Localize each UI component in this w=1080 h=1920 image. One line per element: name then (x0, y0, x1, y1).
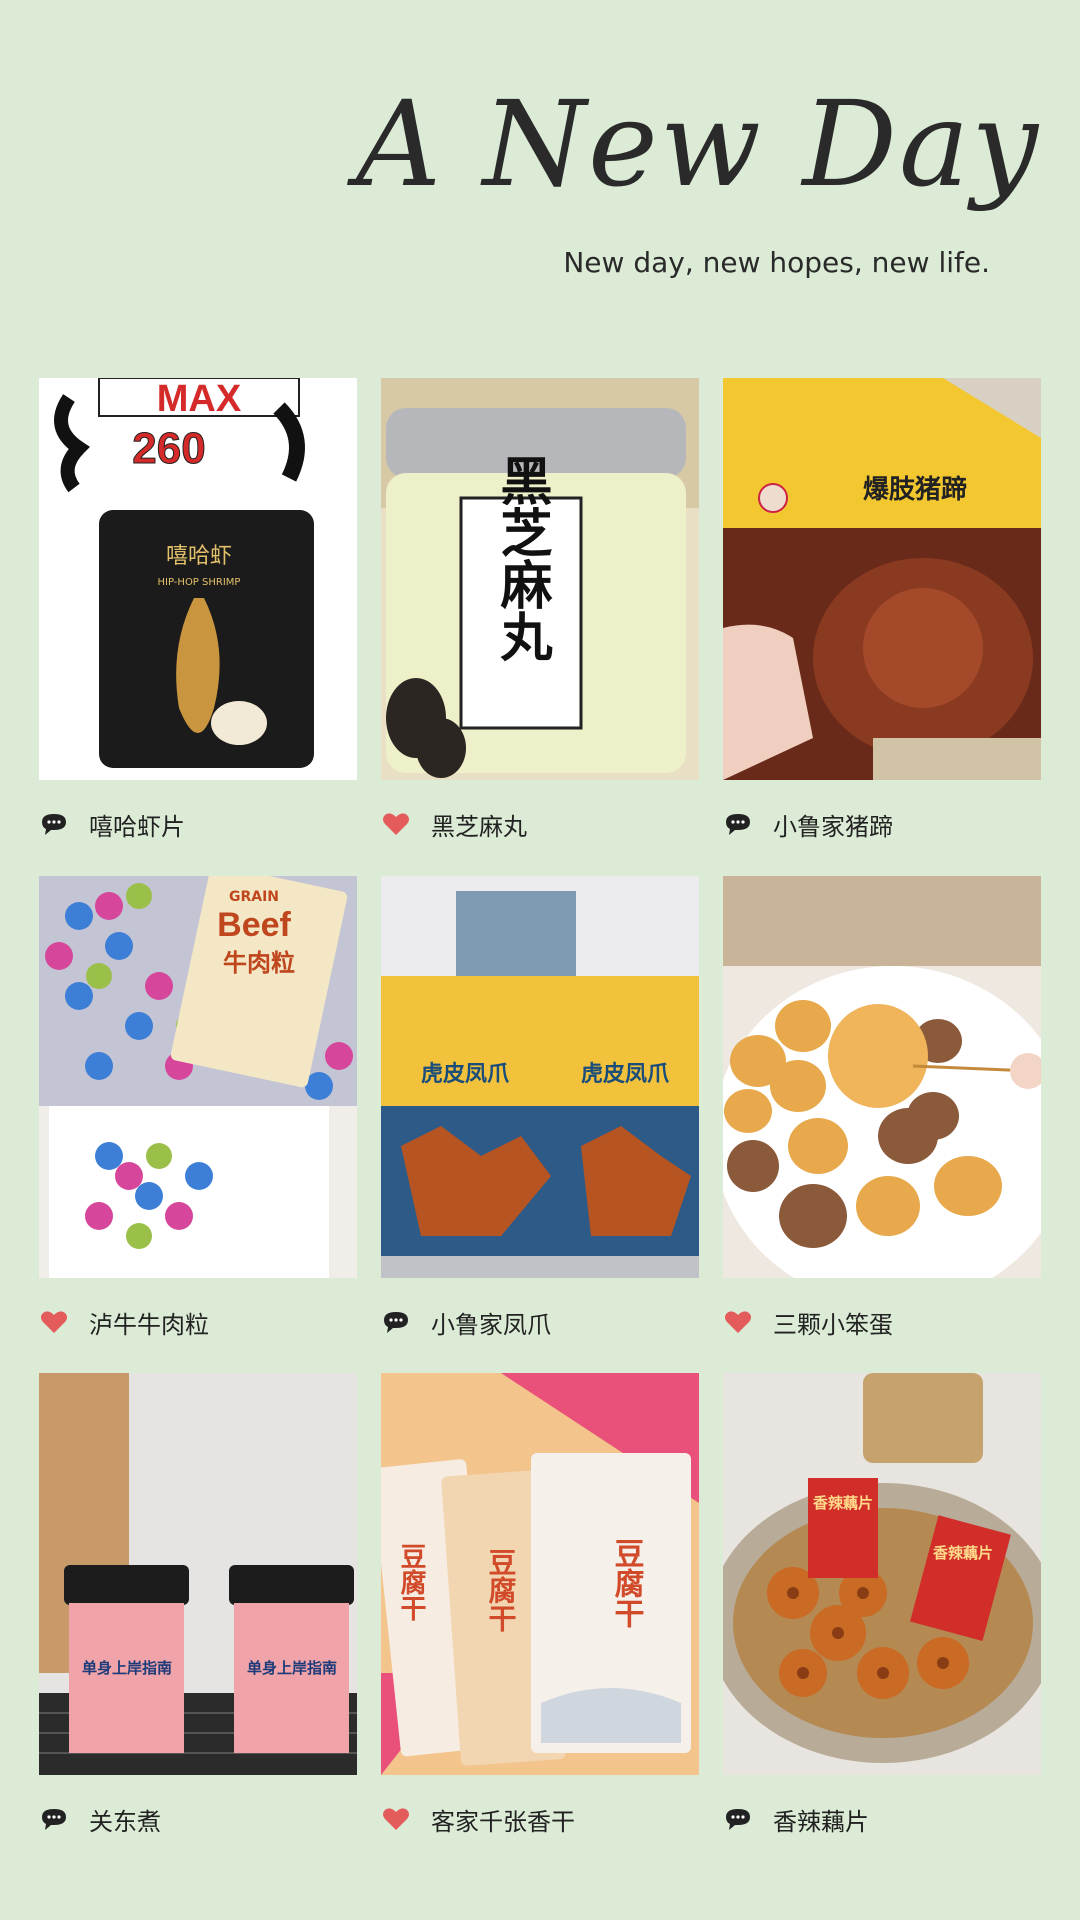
product-image[interactable]: 香辣藕片 香辣藕片 (723, 1373, 1041, 1775)
svg-text:单身上岸指南: 单身上岸指南 (82, 1659, 172, 1677)
product-name: 三颗小笨蛋 (773, 1310, 893, 1339)
product-name: 黑芝麻丸 (431, 812, 527, 841)
product-card-pig-trotter[interactable]: 爆肢猪蹄 小鲁家猪蹄 (723, 378, 1041, 848)
product-image[interactable]: MAX 260 嘻哈虾 HIP-HOP SHRIMP (39, 378, 357, 780)
svg-text:Beef: Beef (217, 906, 291, 944)
svg-text:香辣藕片: 香辣藕片 (933, 1544, 993, 1562)
heart-icon[interactable] (381, 1804, 411, 1834)
svg-text:MAX: MAX (157, 378, 242, 420)
heart-icon[interactable] (723, 1307, 753, 1337)
product-image[interactable]: 虎皮凤爪 虎皮凤爪 (381, 876, 699, 1278)
product-caption: 小鲁家凤爪 (381, 1302, 699, 1342)
product-caption: 香辣藕片 (723, 1799, 1041, 1839)
product-card-eggs[interactable]: 三颗小笨蛋 (723, 876, 1041, 1346)
product-caption: 关东煮 (39, 1799, 357, 1839)
product-card-lotus-root[interactable]: 香辣藕片 香辣藕片 香辣藕片 (723, 1373, 1041, 1843)
svg-text:260: 260 (132, 424, 205, 473)
product-caption: 客家千张香干 (381, 1799, 699, 1839)
product-image[interactable]: GRAIN Beef 牛肉粒 (39, 876, 357, 1278)
heart-icon[interactable] (39, 1307, 69, 1337)
comment-icon[interactable] (723, 809, 753, 839)
product-image[interactable]: 单身上岸指南 单身上岸指南 (39, 1373, 357, 1775)
product-name: 泸牛牛肉粒 (89, 1310, 209, 1339)
svg-text:爆肢猪蹄: 爆肢猪蹄 (863, 474, 967, 505)
svg-text:单身上岸指南: 单身上岸指南 (247, 1659, 337, 1677)
product-image[interactable]: 黑芝麻丸 (381, 378, 699, 780)
product-card-beef-grain[interactable]: GRAIN Beef 牛肉粒 泸牛牛肉粒 (39, 876, 357, 1346)
comment-icon[interactable] (381, 1307, 411, 1337)
svg-text:虎皮凤爪: 虎皮凤爪 (581, 1061, 670, 1087)
product-card-tofu[interactable]: 豆腐干 豆腐干 豆腐干 客家千张香干 (381, 1373, 699, 1843)
comment-icon[interactable] (39, 809, 69, 839)
svg-text:虎皮凤爪: 虎皮凤爪 (421, 1061, 510, 1087)
svg-text:GRAIN: GRAIN (229, 889, 279, 905)
product-name: 香辣藕片 (773, 1807, 869, 1836)
product-caption: 三颗小笨蛋 (723, 1302, 1041, 1342)
product-card-hiphop-shrimp[interactable]: MAX 260 嘻哈虾 HIP-HOP SHRIMP 嘻哈虾片 (39, 378, 357, 848)
product-image[interactable]: 爆肢猪蹄 (723, 378, 1041, 780)
product-card-chicken-feet[interactable]: 虎皮凤爪 虎皮凤爪 小鲁家凤爪 (381, 876, 699, 1346)
product-image[interactable]: 豆腐干 豆腐干 豆腐干 (381, 1373, 699, 1775)
product-name: 客家千张香干 (431, 1807, 575, 1836)
heart-icon[interactable] (381, 809, 411, 839)
product-card-black-sesame[interactable]: 黑芝麻丸 黑芝麻丸 (381, 378, 699, 848)
product-name: 关东煮 (89, 1807, 161, 1836)
product-name: 小鲁家凤爪 (431, 1310, 551, 1339)
svg-text:HIP-HOP SHRIMP: HIP-HOP SHRIMP (158, 577, 241, 588)
svg-text:豆腐干: 豆腐干 (396, 1543, 426, 1621)
product-grid: MAX 260 嘻哈虾 HIP-HOP SHRIMP 嘻哈虾片 黑芝麻丸 黑芝麻… (0, 0, 1080, 1920)
product-caption: 泸牛牛肉粒 (39, 1302, 357, 1342)
product-caption: 黑芝麻丸 (381, 804, 699, 844)
svg-text:香辣藕片: 香辣藕片 (813, 1494, 873, 1512)
svg-text:豆腐干: 豆腐干 (609, 1538, 645, 1628)
product-caption: 小鲁家猪蹄 (723, 804, 1041, 844)
comment-icon[interactable] (39, 1804, 69, 1834)
product-name: 小鲁家猪蹄 (773, 812, 893, 841)
svg-text:黑芝麻丸: 黑芝麻丸 (491, 454, 553, 662)
product-image[interactable] (723, 876, 1041, 1278)
svg-text:牛肉粒: 牛肉粒 (223, 949, 295, 977)
product-card-oden[interactable]: 单身上岸指南 单身上岸指南 关东煮 (39, 1373, 357, 1843)
product-name: 嘻哈虾片 (89, 812, 185, 841)
svg-text:嘻哈虾: 嘻哈虾 (166, 544, 232, 569)
comment-icon[interactable] (723, 1804, 753, 1834)
product-caption: 嘻哈虾片 (39, 804, 357, 844)
svg-text:豆腐干: 豆腐干 (485, 1548, 518, 1632)
